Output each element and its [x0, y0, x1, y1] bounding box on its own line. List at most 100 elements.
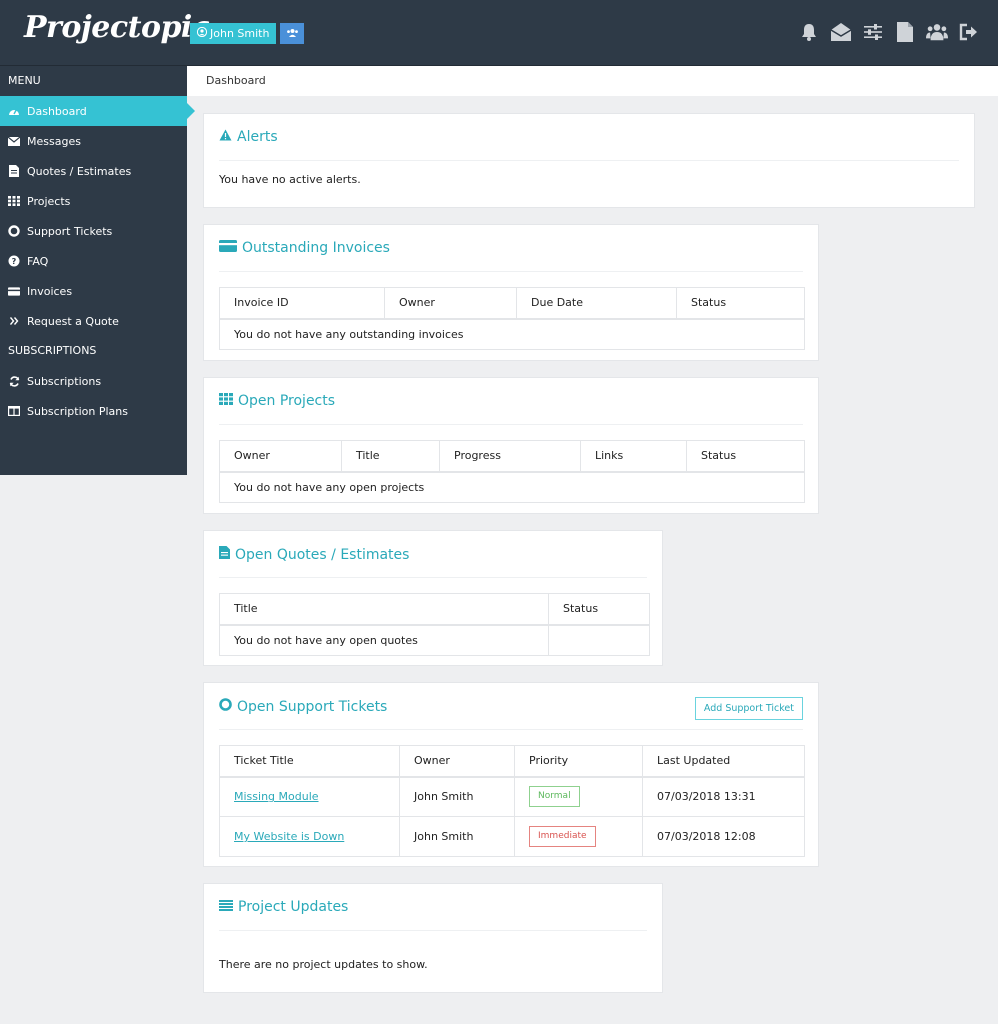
divider: [219, 271, 803, 272]
projects-title-text: Open Projects: [238, 393, 336, 409]
file-icon[interactable]: [894, 20, 916, 44]
alerts-panel: Alerts You have no active alerts.: [203, 113, 975, 208]
column-header[interactable]: Due Date: [516, 287, 677, 320]
invoices-table: Invoice ID Owner Due Date Status You do …: [219, 287, 805, 350]
column-header[interactable]: Title: [341, 440, 440, 473]
alerts-message: You have no active alerts.: [219, 173, 361, 186]
column-header[interactable]: Status: [676, 287, 805, 320]
table-header-row: Title Status: [219, 593, 650, 626]
quotes-title-text: Open Quotes / Estimates: [235, 546, 410, 563]
team-button[interactable]: [280, 23, 304, 44]
file-text-icon: [8, 165, 20, 177]
column-header[interactable]: Owner: [384, 287, 517, 320]
ticket-priority-cell: Normal: [514, 776, 643, 817]
divider: [219, 160, 959, 161]
divider: [219, 729, 803, 730]
sidebar-item-request-quote[interactable]: Request a Quote: [0, 306, 187, 336]
add-support-ticket-button[interactable]: Add Support Ticket: [694, 697, 803, 720]
sidebar-item-subscriptions[interactable]: Subscriptions: [0, 366, 187, 396]
divider: [219, 930, 647, 931]
sidebar-item-invoices[interactable]: Invoices: [0, 276, 187, 306]
table-row: My Website is Down John Smith Immediate …: [219, 816, 805, 857]
file-text-icon: [219, 546, 230, 563]
updates-title-text: Project Updates: [238, 899, 349, 915]
column-header[interactable]: Progress: [439, 440, 581, 473]
quotes-panel: Open Quotes / Estimates Title Status You…: [203, 530, 663, 666]
column-header[interactable]: Invoice ID: [219, 287, 385, 320]
sidebar-item-label: Projects: [27, 194, 71, 208]
empty-message: You do not have any outstanding invoices: [219, 318, 805, 350]
invoices-title-text: Outstanding Invoices: [242, 240, 390, 256]
tickets-table: Ticket Title Owner Priority Last Updated…: [219, 745, 805, 857]
sidebar-item-label: FAQ: [27, 254, 49, 268]
updates-message: There are no project updates to show.: [219, 958, 428, 971]
ticket-updated: 07/03/2018 13:31: [642, 776, 805, 817]
projects-panel: Open Projects Owner Title Progress Links…: [203, 377, 819, 514]
column-header[interactable]: Title: [219, 593, 549, 626]
divider: [219, 577, 647, 578]
breadcrumb[interactable]: Dashboard: [187, 66, 998, 96]
users-icon: [286, 27, 299, 41]
sidebar-item-projects[interactable]: Projects: [0, 186, 187, 216]
sidebar-item-dashboard[interactable]: Dashboard: [0, 96, 195, 126]
projects-table: Owner Title Progress Links Status You do…: [219, 440, 805, 503]
table-row: You do not have any open projects: [219, 471, 805, 503]
column-header[interactable]: Status: [686, 440, 805, 473]
column-header[interactable]: Owner: [219, 440, 342, 473]
empty-message: You do not have any open projects: [219, 471, 805, 503]
column-header[interactable]: Last Updated: [642, 745, 805, 778]
quotes-table: Title Status You do not have any open qu…: [219, 593, 650, 656]
table-header-row: Invoice ID Owner Due Date Status: [219, 287, 805, 320]
column-header[interactable]: Ticket Title: [219, 745, 400, 778]
column-header[interactable]: Status: [548, 593, 650, 626]
alerts-title: Alerts: [219, 129, 278, 145]
sliders-icon[interactable]: [862, 20, 884, 44]
invoices-title: Outstanding Invoices: [219, 240, 390, 256]
sidebar-item-label: Dashboard: [27, 104, 87, 118]
column-header[interactable]: Priority: [514, 745, 643, 778]
user-circle-icon: [196, 23, 208, 44]
column-header[interactable]: Owner: [399, 745, 515, 778]
ticket-title-cell: My Website is Down: [219, 816, 400, 857]
life-ring-icon: [8, 225, 20, 237]
sidebar-item-label: Quotes / Estimates: [27, 164, 132, 178]
tickets-title: Open Support Tickets: [219, 698, 387, 715]
ticket-title-cell: Missing Module: [219, 776, 400, 817]
sidebar-item-label: Subscriptions: [27, 374, 102, 388]
sidebar-item-support-tickets[interactable]: Support Tickets: [0, 216, 187, 246]
table-header-row: Ticket Title Owner Priority Last Updated: [219, 745, 805, 778]
sidebar-item-label: Messages: [27, 134, 81, 148]
envelope-icon: [8, 135, 20, 147]
sidebar-item-messages[interactable]: Messages: [0, 126, 187, 156]
question-circle-icon: ?: [8, 255, 20, 267]
sign-out-icon[interactable]: [958, 20, 980, 44]
user-name: John Smith: [210, 27, 270, 40]
priority-badge: Normal: [529, 786, 580, 808]
double-chevron-icon: [8, 315, 20, 327]
logo[interactable]: Projectopia: [24, 10, 211, 45]
menu-heading: MENU: [8, 74, 41, 87]
sidebar-item-faq[interactable]: ? FAQ: [0, 246, 187, 276]
sidebar-item-subscription-plans[interactable]: Subscription Plans: [0, 396, 187, 426]
tickets-panel: Open Support Tickets Add Support Ticket …: [203, 682, 819, 867]
top-bar: Projectopia John Smith: [0, 0, 998, 66]
table-row: You do not have any open quotes: [219, 624, 650, 656]
envelope-open-icon[interactable]: [830, 20, 852, 44]
ticket-updated: 07/03/2018 12:08: [642, 816, 805, 857]
grid-icon: [219, 393, 233, 409]
user-button[interactable]: John Smith: [190, 23, 277, 44]
subscriptions-heading: SUBSCRIPTIONS: [8, 344, 97, 357]
column-header[interactable]: Links: [580, 440, 687, 473]
projects-title: Open Projects: [219, 393, 335, 409]
ticket-link[interactable]: My Website is Down: [234, 830, 344, 843]
bell-icon[interactable]: [798, 20, 820, 44]
sidebar-item-quotes[interactable]: Quotes / Estimates: [0, 156, 187, 186]
refresh-icon: [8, 375, 20, 387]
users-icon[interactable]: [926, 20, 948, 44]
top-icons: [798, 20, 980, 44]
sidebar-item-label: Invoices: [27, 284, 73, 298]
sidebar-item-label: Request a Quote: [27, 314, 119, 328]
ticket-priority-cell: Immediate: [514, 816, 643, 857]
table-row: You do not have any outstanding invoices: [219, 318, 805, 350]
ticket-link[interactable]: Missing Module: [234, 790, 319, 803]
